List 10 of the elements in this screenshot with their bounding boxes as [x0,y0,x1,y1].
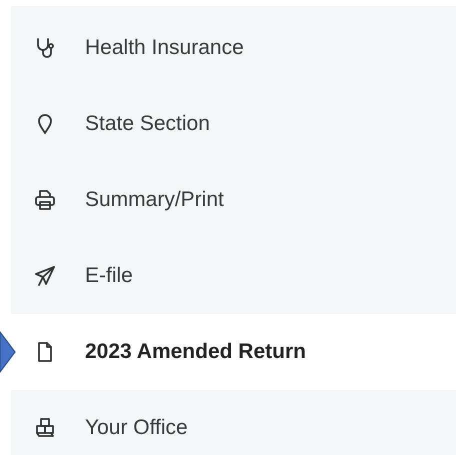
boxes-icon [33,416,57,440]
sidebar-item[interactable]: Health Insurance [11,10,456,86]
pointer-arrow-icon [0,331,16,373]
paper-plane-icon [33,264,57,288]
sidebar-item[interactable]: Your Office [11,390,456,455]
sidebar-item[interactable]: E-file [11,238,456,314]
sidebar-item[interactable]: Summary/Print [11,162,456,238]
sidebar-item[interactable]: State Section [11,86,456,162]
sidebar-item[interactable]: 2023 Amended Return [11,314,456,390]
printer-icon [33,188,57,212]
